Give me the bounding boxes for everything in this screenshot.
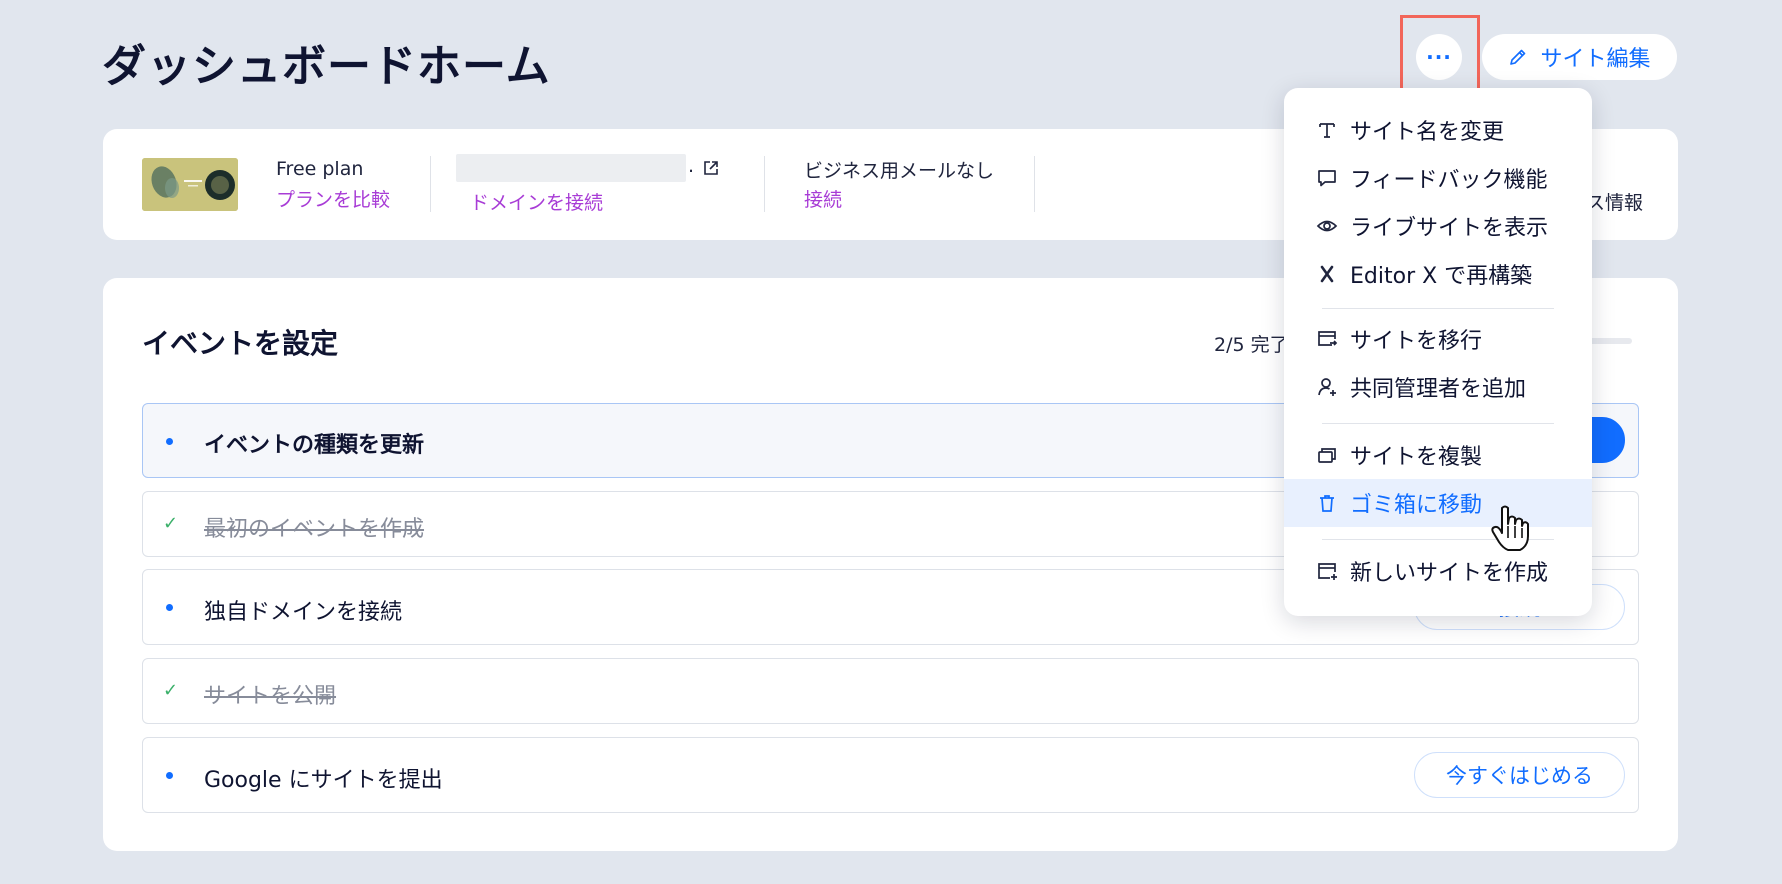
- menu-item-view-live-site[interactable]: ライブサイトを表示: [1284, 202, 1592, 250]
- transfer-site-icon: [1316, 328, 1338, 350]
- menu-separator: [1322, 423, 1554, 424]
- bullet-icon: [166, 438, 173, 445]
- page-title: ダッシュボードホーム: [102, 41, 551, 92]
- task-label: イベントの種類を更新: [204, 433, 425, 458]
- site-info-link[interactable]: ス情報: [1586, 188, 1643, 215]
- site-actions-menu: サイト名を変更 フィードバック機能 ライブサイトを表示 Editor X で再構…: [1284, 88, 1592, 616]
- external-link-icon[interactable]: [702, 159, 720, 177]
- editor-x-icon: [1316, 263, 1338, 285]
- task-label: 最初のイベントを作成: [204, 517, 425, 542]
- task-row[interactable]: Google にサイトを提出 今すぐはじめる: [142, 737, 1639, 813]
- plan-title: Free plan: [276, 158, 364, 180]
- menu-item-label: 新しいサイトを作成: [1350, 561, 1549, 586]
- setup-title: イベントを設定: [142, 327, 339, 360]
- menu-item-create-new-site[interactable]: 新しいサイトを作成: [1284, 547, 1592, 595]
- bullet-icon: [166, 604, 173, 611]
- edit-site-button[interactable]: サイト編集: [1482, 34, 1677, 80]
- menu-item-rename-site[interactable]: サイト名を変更: [1284, 106, 1592, 154]
- divider: [764, 156, 765, 212]
- menu-item-editor-x[interactable]: Editor X で再構築: [1284, 250, 1592, 298]
- edit-site-label: サイト編集: [1540, 47, 1651, 72]
- check-icon: ✓: [163, 513, 179, 534]
- connect-domain-link[interactable]: ドメインを接続: [470, 188, 603, 215]
- menu-item-label: ゴミ箱に移動: [1350, 493, 1483, 518]
- site-url-placeholder: [456, 154, 686, 182]
- pencil-icon: [1510, 49, 1526, 65]
- progress-text: 2/5 完了: [1214, 334, 1289, 356]
- menu-item-label: フィードバック機能: [1350, 168, 1548, 193]
- compare-plans-link[interactable]: プランを比較: [276, 185, 390, 212]
- menu-item-label: Editor X で再構築: [1350, 264, 1533, 289]
- menu-item-move-to-trash[interactable]: ゴミ箱に移動: [1284, 479, 1592, 527]
- divider: [1034, 156, 1035, 212]
- hand-cursor-icon: [1490, 504, 1530, 552]
- trash-icon: [1316, 492, 1338, 514]
- menu-item-add-collaborator[interactable]: 共同管理者を追加: [1284, 363, 1592, 411]
- check-icon: ✓: [163, 680, 179, 701]
- menu-item-label: サイトを複製: [1350, 445, 1483, 470]
- menu-item-label: 共同管理者を追加: [1350, 377, 1527, 402]
- new-site-icon: [1316, 560, 1338, 582]
- menu-item-label: サイトを移行: [1350, 329, 1483, 354]
- business-email-title: ビジネス用メールなし: [804, 160, 995, 182]
- task-label: サイトを公開: [204, 684, 337, 709]
- task-label: 独自ドメインを接続: [204, 600, 403, 625]
- start-now-button[interactable]: 今すぐはじめる: [1414, 752, 1625, 798]
- menu-item-transfer-site[interactable]: サイトを移行: [1284, 315, 1592, 363]
- eye-icon: [1316, 215, 1338, 237]
- menu-item-feedback[interactable]: フィードバック機能: [1284, 154, 1592, 202]
- site-thumbnail[interactable]: [142, 158, 238, 211]
- menu-item-duplicate-site[interactable]: サイトを複製: [1284, 431, 1592, 479]
- menu-separator: [1322, 308, 1554, 309]
- site-url-suffix: .: [688, 155, 695, 177]
- comment-icon: [1316, 167, 1338, 189]
- task-label: Google にサイトを提出: [204, 768, 443, 793]
- menu-item-label: サイト名を変更: [1350, 120, 1505, 145]
- connect-email-link[interactable]: 接続: [804, 185, 842, 212]
- duplicate-icon: [1316, 444, 1338, 466]
- text-icon: [1316, 119, 1338, 141]
- add-collaborator-icon: [1316, 376, 1338, 398]
- divider: [430, 156, 431, 212]
- task-row[interactable]: ✓ サイトを公開: [142, 658, 1639, 724]
- bullet-icon: [166, 772, 173, 779]
- menu-item-label: ライブサイトを表示: [1350, 216, 1549, 241]
